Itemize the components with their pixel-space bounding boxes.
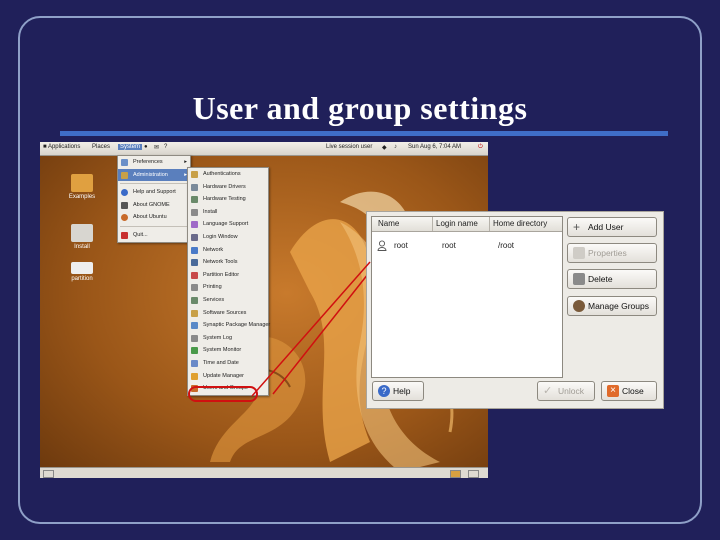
pointer-arrow	[251, 261, 371, 397]
